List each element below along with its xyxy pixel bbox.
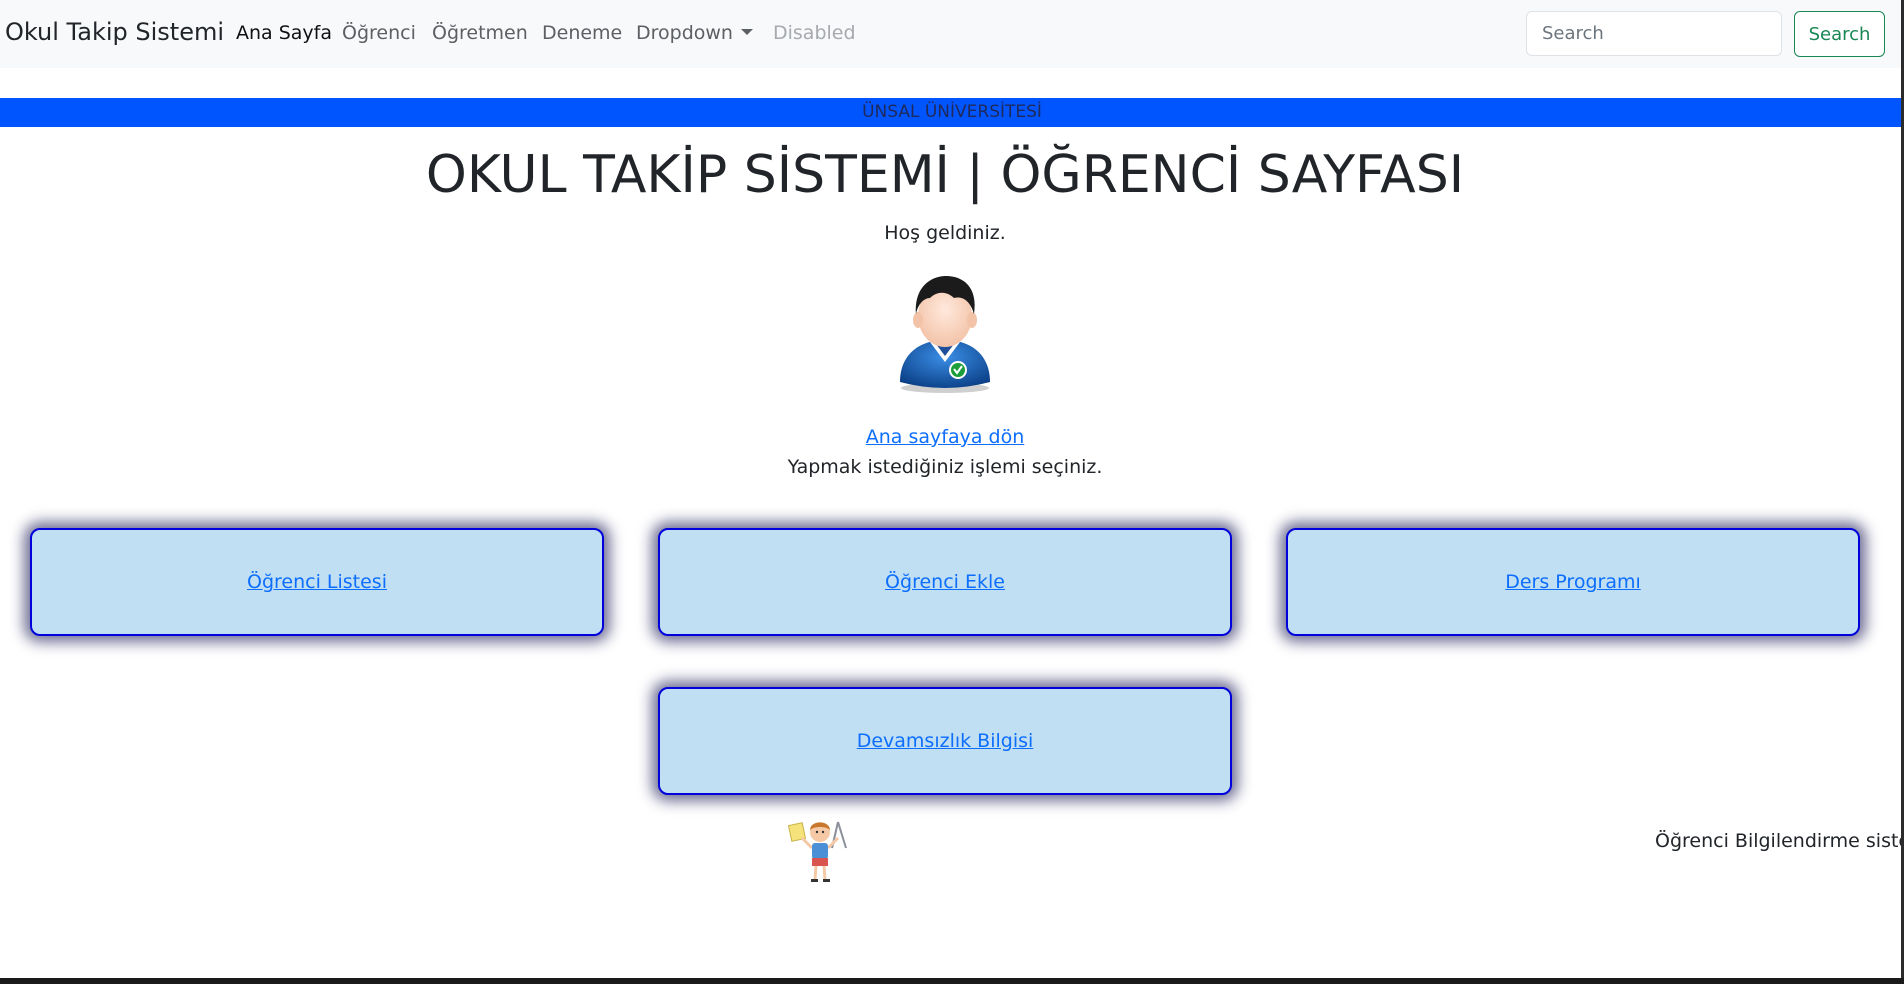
card-devamsizlik-bilgisi[interactable]: Devamsızlık Bilgisi bbox=[658, 687, 1232, 795]
card-link-ogrenci-ekle[interactable]: Öğrenci Ekle bbox=[885, 571, 1005, 593]
home-link-wrapper: Ana sayfaya dön bbox=[0, 426, 1890, 448]
page: Okul Takip Sistemi Ana Sayfa Öğrenci Öğr… bbox=[0, 0, 1904, 978]
welcome-text: Hoş geldiniz. bbox=[884, 222, 1006, 244]
card-ogrenci-ekle[interactable]: Öğrenci Ekle bbox=[658, 528, 1232, 636]
nav-link-disabled: Disabled bbox=[773, 22, 856, 44]
card-link-ders-programi[interactable]: Ders Programı bbox=[1505, 571, 1641, 593]
student-avatar-icon bbox=[892, 270, 998, 396]
caret-down-icon bbox=[740, 29, 753, 35]
nav-dropdown-toggle[interactable]: Dropdown bbox=[636, 22, 753, 44]
card-link-devamsizlik-bilgisi[interactable]: Devamsızlık Bilgisi bbox=[857, 730, 1034, 752]
nav-link-ogretmen[interactable]: Öğretmen bbox=[432, 22, 528, 44]
nav-link-ana-sayfa[interactable]: Ana Sayfa bbox=[236, 22, 332, 44]
card-link-ogrenci-listesi[interactable]: Öğrenci Listesi bbox=[247, 571, 387, 593]
search-input[interactable] bbox=[1526, 11, 1782, 56]
back-home-link[interactable]: Ana sayfaya dön bbox=[866, 426, 1025, 448]
page-title: OKUL TAKİP SİSTEMİ | ÖĞRENCİ SAYFASI bbox=[425, 145, 1465, 205]
navbar-brand[interactable]: Okul Takip Sistemi bbox=[5, 18, 224, 46]
navbar: Okul Takip Sistemi Ana Sayfa Öğrenci Öğr… bbox=[0, 0, 1904, 68]
nav-dropdown-label: Dropdown bbox=[636, 22, 733, 44]
instruction-text: Yapmak istediğiniz işlemi seçiniz. bbox=[787, 456, 1103, 478]
nav-link-deneme[interactable]: Deneme bbox=[542, 22, 622, 44]
nav-link-ogrenci[interactable]: Öğrenci bbox=[342, 22, 416, 44]
card-ogrenci-listesi[interactable]: Öğrenci Listesi bbox=[30, 528, 604, 636]
card-ders-programi[interactable]: Ders Programı bbox=[1286, 528, 1860, 636]
footer-info-text: Öğrenci Bilgilendirme sisten bbox=[1655, 830, 1904, 852]
search-button[interactable]: Search bbox=[1794, 11, 1885, 57]
student-kid-icon bbox=[787, 818, 850, 884]
university-banner: ÜNSAL ÜNİVERSİTESİ bbox=[0, 98, 1904, 127]
